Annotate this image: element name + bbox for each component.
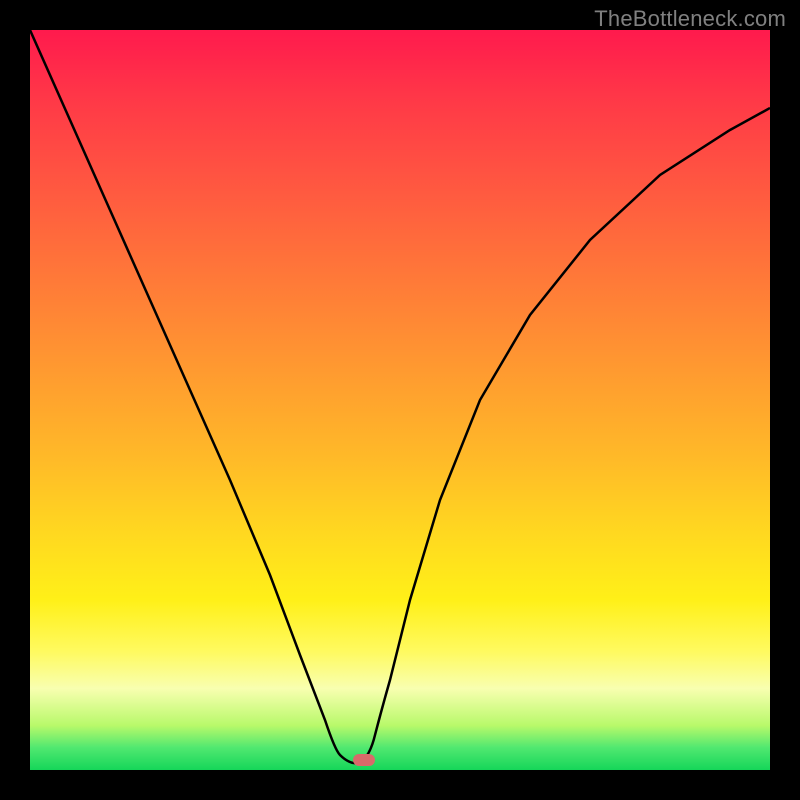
bottleneck-curve	[30, 30, 770, 770]
chart-plot-area	[30, 30, 770, 770]
chart-frame: TheBottleneck.com	[0, 0, 800, 800]
curve-path	[30, 30, 770, 763]
optimal-point-marker	[353, 754, 375, 766]
watermark-label: TheBottleneck.com	[594, 6, 786, 32]
